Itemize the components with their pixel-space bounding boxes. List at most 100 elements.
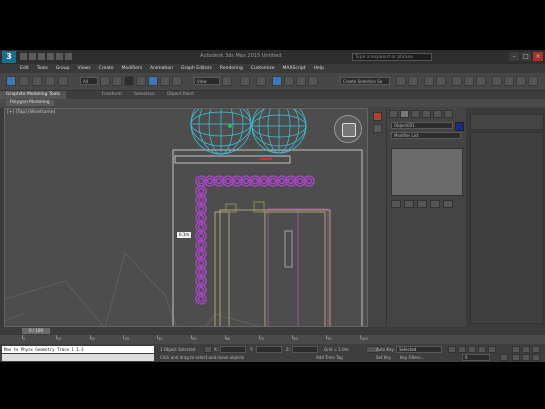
autokey-button[interactable]: Auto Key <box>376 347 394 352</box>
render-production-icon[interactable] <box>516 76 526 86</box>
menu-tools[interactable]: Tools <box>33 66 52 71</box>
go-to-start-icon[interactable] <box>448 346 456 353</box>
zoom-all-icon[interactable] <box>522 346 530 353</box>
spinner-snap-icon[interactable] <box>308 76 318 86</box>
select-object-icon[interactable] <box>100 76 110 86</box>
named-selection-dropdown[interactable]: Create Selection Se <box>340 77 390 85</box>
window-crossing-icon[interactable] <box>136 76 146 86</box>
viewport-canvas[interactable] <box>5 109 368 327</box>
modifier-list-dropdown[interactable]: Modifier List <box>391 132 461 139</box>
redo-icon[interactable] <box>56 53 63 60</box>
new-file-icon[interactable] <box>20 53 27 60</box>
z-coordinate-field[interactable] <box>292 346 318 353</box>
menu-modifiers[interactable]: Modifiers <box>118 66 147 71</box>
maximize-viewport-icon[interactable] <box>532 354 540 361</box>
current-frame-field[interactable]: 0 <box>462 354 490 361</box>
unlink-icon[interactable] <box>19 76 29 86</box>
mirror-icon[interactable] <box>396 76 406 86</box>
undo-tool-icon[interactable] <box>45 76 55 86</box>
lock-selection-icon[interactable] <box>204 346 212 353</box>
percent-snap-icon[interactable] <box>296 76 306 86</box>
tab-selection[interactable]: Selection <box>128 91 161 99</box>
redo-tool-icon[interactable] <box>58 76 68 86</box>
select-scale-icon[interactable] <box>172 76 182 86</box>
rect-selection-icon[interactable] <box>124 76 134 86</box>
render-iterative-icon[interactable] <box>528 76 538 86</box>
open-file-icon[interactable] <box>29 53 36 60</box>
menu-views[interactable]: Views <box>74 66 95 71</box>
ribbon-toggle-icon[interactable] <box>436 76 446 86</box>
create-tab-icon[interactable] <box>389 110 398 118</box>
menu-graph-editors[interactable]: Graph Editors <box>177 66 216 71</box>
menu-rendering[interactable]: Rendering <box>216 66 247 71</box>
bind-space-warp-icon[interactable] <box>32 76 42 86</box>
polygon-modeling-panel[interactable]: Polygon Modeling <box>6 100 54 106</box>
field-of-view-icon[interactable] <box>512 354 520 361</box>
reference-coordinate-dropdown[interactable]: View <box>194 77 220 85</box>
display-tab-icon[interactable] <box>433 110 442 118</box>
align-icon[interactable] <box>408 76 418 86</box>
pivot-center-icon[interactable] <box>222 76 232 86</box>
previous-frame-icon[interactable] <box>458 346 466 353</box>
viewport-tool-icon[interactable] <box>373 124 382 133</box>
make-unique-icon[interactable] <box>417 200 427 208</box>
select-link-icon[interactable] <box>6 76 16 86</box>
object-name-field[interactable]: Object001 <box>391 122 453 129</box>
minimize-button[interactable]: – <box>509 52 519 61</box>
project-folder-icon[interactable] <box>65 53 72 60</box>
angle-snap-icon[interactable] <box>284 76 294 86</box>
menu-animation[interactable]: Animation <box>146 66 177 71</box>
close-button[interactable]: × <box>533 52 543 61</box>
select-rotate-icon[interactable] <box>160 76 170 86</box>
remove-modifier-icon[interactable] <box>430 200 440 208</box>
next-frame-icon[interactable] <box>478 346 486 353</box>
track-bar[interactable]: 0 10 20 30 40 50 60 70 80 90 100 <box>0 335 545 344</box>
set-key-button[interactable]: Set Key <box>376 355 391 360</box>
render-setup-icon[interactable] <box>492 76 502 86</box>
maxscript-output[interactable] <box>2 354 154 361</box>
zoom-icon[interactable] <box>512 346 520 353</box>
menu-maxscript[interactable]: MAXScript <box>279 66 310 71</box>
y-coordinate-field[interactable] <box>256 346 282 353</box>
app-logo[interactable]: 3 <box>2 51 16 63</box>
layer-manager-icon[interactable] <box>424 76 434 86</box>
select-by-name-icon[interactable] <box>112 76 122 86</box>
menu-group[interactable]: Group <box>52 66 74 71</box>
keyboard-shortcut-icon[interactable] <box>256 76 266 86</box>
utilities-tab-icon[interactable] <box>444 110 453 118</box>
x-coordinate-field[interactable] <box>220 346 246 353</box>
motion-tab-icon[interactable] <box>422 110 431 118</box>
viewcube-face[interactable] <box>342 123 356 137</box>
top-viewport[interactable]: [+] [Top] [Wireframe] 0.1m <box>4 108 368 327</box>
pan-icon[interactable] <box>532 346 540 353</box>
curve-editor-icon[interactable] <box>452 76 462 86</box>
configure-sets-icon[interactable] <box>443 200 453 208</box>
time-config-icon[interactable] <box>500 354 508 361</box>
hierarchy-tab-icon[interactable] <box>411 110 420 118</box>
play-icon[interactable] <box>468 346 476 353</box>
rendered-frame-window-icon[interactable] <box>504 76 514 86</box>
add-time-tag-button[interactable]: Add Time Tag <box>316 355 343 360</box>
viewcube[interactable] <box>334 115 362 143</box>
time-slider[interactable]: 0 / 100 <box>22 328 50 334</box>
menu-edit[interactable]: Edit <box>16 66 33 71</box>
snaps-toggle-icon[interactable] <box>272 76 282 86</box>
save-file-icon[interactable] <box>38 53 45 60</box>
menu-create[interactable]: Create <box>95 66 118 71</box>
menu-customize[interactable]: Customize <box>247 66 279 71</box>
undo-icon[interactable] <box>47 53 54 60</box>
pin-stack-icon[interactable] <box>391 200 401 208</box>
selection-filter-dropdown[interactable]: All <box>80 77 98 85</box>
render-icon[interactable] <box>373 112 382 121</box>
orbit-icon[interactable] <box>522 354 530 361</box>
modifier-stack[interactable] <box>391 148 463 196</box>
menu-help[interactable]: Help <box>310 66 328 71</box>
time-slider-bar[interactable]: 0 / 100 <box>0 327 545 335</box>
maxscript-listener[interactable]: Max to Physx Geometry Trace 1 1.3 <box>2 346 154 353</box>
search-input[interactable]: Type a keyword or phrase <box>352 53 432 61</box>
select-manipulate-icon[interactable] <box>240 76 250 86</box>
select-move-icon[interactable] <box>148 76 158 86</box>
material-editor-icon[interactable] <box>476 76 486 86</box>
key-filters-button[interactable]: Key Filters... <box>400 355 424 360</box>
go-to-end-icon[interactable] <box>488 346 496 353</box>
